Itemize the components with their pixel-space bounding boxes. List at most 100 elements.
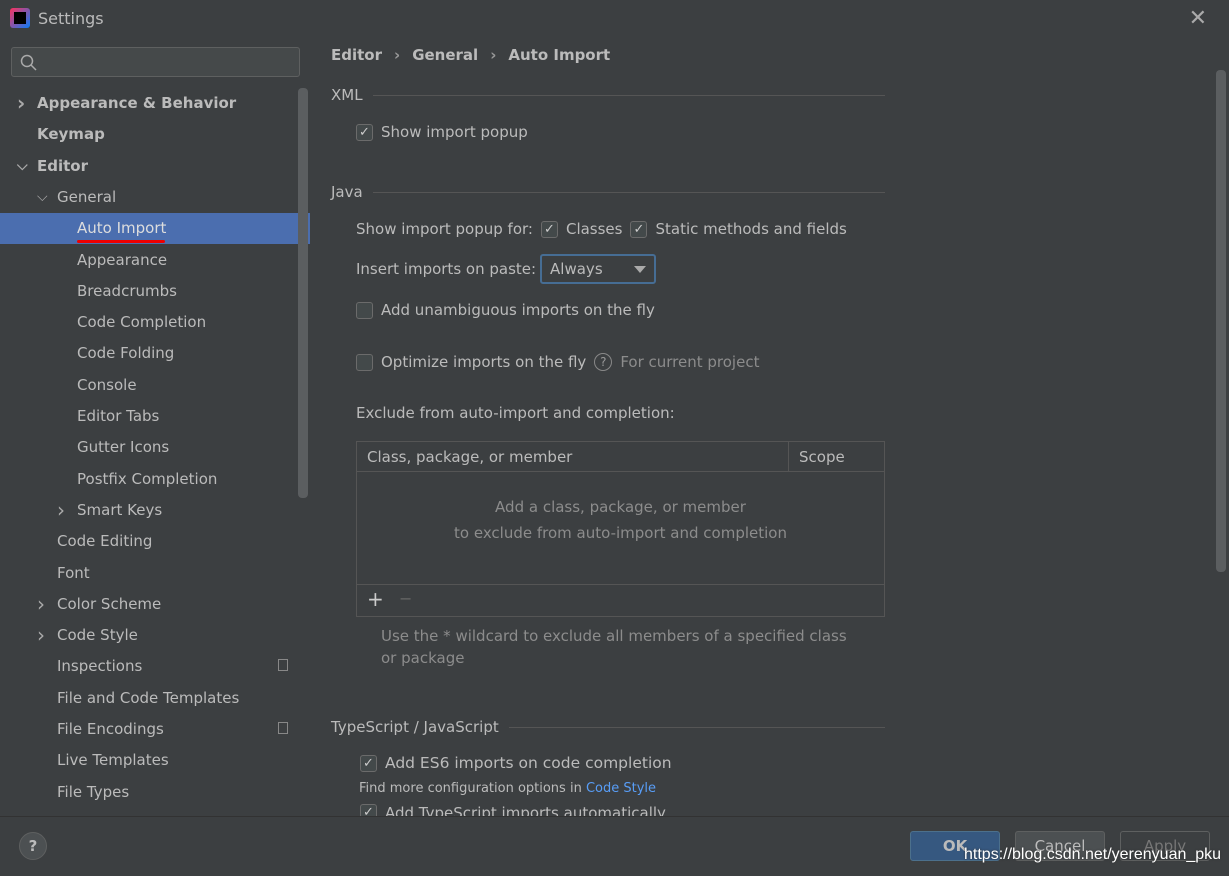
- sidebar-item-breadcrumbs[interactable]: Breadcrumbs: [0, 276, 310, 307]
- label: Show import popup for:: [356, 220, 533, 238]
- sidebar-item-live-templates[interactable]: Live Templates: [0, 745, 310, 776]
- help-button[interactable]: ?: [19, 832, 47, 860]
- content-scrollbar[interactable]: [1216, 70, 1226, 572]
- search-icon: [20, 54, 37, 71]
- sidebar-item-label: Appearance: [77, 250, 168, 269]
- intellij-logo: [10, 8, 30, 28]
- chevron-down-icon: [634, 265, 647, 273]
- sidebar-item-general[interactable]: ⌵ General: [0, 182, 310, 213]
- empty-table-text: Add a class, package, or member to exclud…: [357, 494, 884, 546]
- close-icon[interactable]: ✕: [1189, 6, 1207, 31]
- chevron-right-icon[interactable]: ›: [17, 88, 25, 119]
- sidebar-item-inspections[interactable]: Inspections: [0, 651, 310, 682]
- optimize-note: For current project: [620, 353, 760, 371]
- xml-show-popup[interactable]: ✓ Show import popup: [356, 123, 528, 141]
- exclude-table[interactable]: Class, package, or member Scope Add a cla…: [356, 441, 885, 617]
- dropdown-value: Always: [550, 260, 603, 278]
- more-config: Find more configuration options in Code …: [359, 781, 656, 796]
- breadcrumb-auto-import: Auto Import: [508, 46, 611, 64]
- add-icon[interactable]: +: [367, 587, 384, 611]
- chevron-right-icon[interactable]: ›: [57, 495, 65, 526]
- optimize-row[interactable]: Optimize imports on the fly? For current …: [356, 353, 759, 371]
- sidebar-item-code-style[interactable]: › Code Style: [0, 620, 310, 651]
- chevron-right-icon[interactable]: ›: [37, 589, 45, 620]
- checkbox-checked[interactable]: ✓: [360, 754, 377, 772]
- paste-dropdown[interactable]: Always: [540, 254, 657, 284]
- help-icon[interactable]: ?: [594, 353, 613, 371]
- sidebar-item-label: Gutter Icons: [77, 438, 170, 457]
- sidebar-item-editor[interactable]: ⌵ Editor: [0, 151, 310, 182]
- classes-checkbox[interactable]: ✓: [540, 220, 558, 238]
- remove-icon[interactable]: −: [399, 589, 412, 608]
- sidebar-item-editor-tabs[interactable]: Editor Tabs: [0, 401, 310, 432]
- ts-auto-row[interactable]: ✓ Add TypeScript imports automatically: [360, 804, 666, 816]
- breadcrumb-editor[interactable]: Editor: [331, 46, 382, 64]
- sidebar-item-color-scheme[interactable]: › Color Scheme: [0, 589, 310, 620]
- ts-header: TypeScript / JavaScript: [331, 718, 499, 736]
- sidebar-item-file-encodings[interactable]: File Encodings: [0, 714, 310, 745]
- checkbox-checked[interactable]: ✓: [360, 804, 377, 816]
- checkbox-checked[interactable]: ✓: [356, 123, 373, 141]
- chevron-down-icon[interactable]: ⌵: [37, 182, 48, 213]
- sidebar-item-code-editing[interactable]: Code Editing: [0, 526, 310, 557]
- empty-line: Add a class, package, or member: [495, 498, 746, 516]
- label: Classes: [565, 220, 623, 238]
- ts-section-header: TypeScript / JavaScript: [331, 718, 885, 736]
- column-header-class[interactable]: Class, package, or member: [357, 442, 789, 471]
- unambiguous-row[interactable]: Add unambiguous imports on the fly: [356, 301, 655, 319]
- sidebar-item-code-completion[interactable]: Code Completion: [0, 307, 310, 338]
- search-input[interactable]: [11, 47, 300, 77]
- sidebar-item-file-types[interactable]: File Types: [0, 777, 310, 808]
- sidebar-item-label: Editor: [37, 156, 88, 175]
- label: Insert imports on paste:: [356, 260, 537, 278]
- code-style-link[interactable]: Code Style: [586, 781, 656, 796]
- sidebar-item-keymap[interactable]: Keymap: [0, 119, 310, 150]
- label: Optimize imports on the fly: [381, 353, 587, 371]
- table-toolbar: + −: [357, 584, 884, 616]
- sidebar-item-label: Editor Tabs: [77, 407, 160, 425]
- checkbox-unchecked[interactable]: [356, 301, 373, 319]
- sidebar-item-label: File Types: [57, 782, 130, 801]
- sidebar-scrollbar[interactable]: [298, 88, 308, 498]
- sidebar-item-file-and-code-templates[interactable]: File and Code Templates: [0, 683, 310, 714]
- sidebar-item-smart-keys[interactable]: › Smart Keys: [0, 495, 310, 526]
- java-popup-row: Show import popup for: ✓ Classes ✓ Static …: [356, 220, 847, 238]
- sidebar-item-code-folding[interactable]: Code Folding: [0, 338, 310, 369]
- breadcrumb-general[interactable]: General: [412, 46, 478, 64]
- sidebar-item-gutter-icons[interactable]: Gutter Icons: [0, 432, 310, 463]
- empty-line: to exclude from auto-import and completi…: [454, 524, 787, 542]
- paste-row: Insert imports on paste: Always: [356, 254, 657, 284]
- column-header-scope[interactable]: Scope: [789, 442, 845, 471]
- sidebar-item-label: Console: [77, 375, 137, 394]
- checkbox-unchecked[interactable]: [356, 353, 373, 371]
- java-header: Java: [331, 183, 363, 201]
- sidebar-item-label: Code Completion: [77, 313, 207, 332]
- watermark: https://blog.csdn.net/yerenyuan_pku: [964, 846, 1222, 863]
- sidebar-item-label: Inspections: [57, 657, 143, 676]
- static-checkbox[interactable]: ✓: [630, 220, 648, 238]
- sidebar-item-postfix-completion[interactable]: Postfix Completion: [0, 464, 310, 495]
- label: Static methods and fields: [655, 220, 847, 238]
- label: Add TypeScript imports automatically: [385, 804, 666, 816]
- chevron-down-icon[interactable]: ⌵: [17, 151, 28, 182]
- project-scope-icon: [278, 659, 288, 672]
- sidebar-item-appearance-behavior[interactable]: › Appearance & Behavior: [0, 88, 310, 119]
- label: Show import popup: [381, 123, 528, 141]
- sidebar-item-label: Code Folding: [77, 344, 175, 363]
- red-underline-annotation: [77, 240, 165, 243]
- sidebar-item-label: Smart Keys: [77, 500, 163, 519]
- chevron-right-icon[interactable]: ›: [37, 620, 45, 651]
- sidebar-item-font[interactable]: Font: [0, 558, 310, 589]
- sidebar-item-appearance[interactable]: Appearance: [0, 245, 310, 276]
- xml-header: XML: [331, 86, 363, 104]
- exclude-label: Exclude from auto-import and completion:: [356, 404, 675, 422]
- sidebar-item-label: Appearance & Behavior: [37, 94, 237, 112]
- es6-row[interactable]: ✓ Add ES6 imports on code completion: [360, 754, 672, 772]
- sidebar-item-console[interactable]: Console: [0, 370, 310, 401]
- label: Add unambiguous imports on the fly: [381, 301, 655, 319]
- sidebar-item-label: Live Templates: [57, 751, 169, 770]
- sidebar-item-label: Postfix Completion: [77, 469, 218, 488]
- xml-section-header: XML: [331, 86, 885, 104]
- sidebar-item-label: General: [57, 187, 117, 206]
- sidebar-item-label: File Encodings: [57, 720, 164, 738]
